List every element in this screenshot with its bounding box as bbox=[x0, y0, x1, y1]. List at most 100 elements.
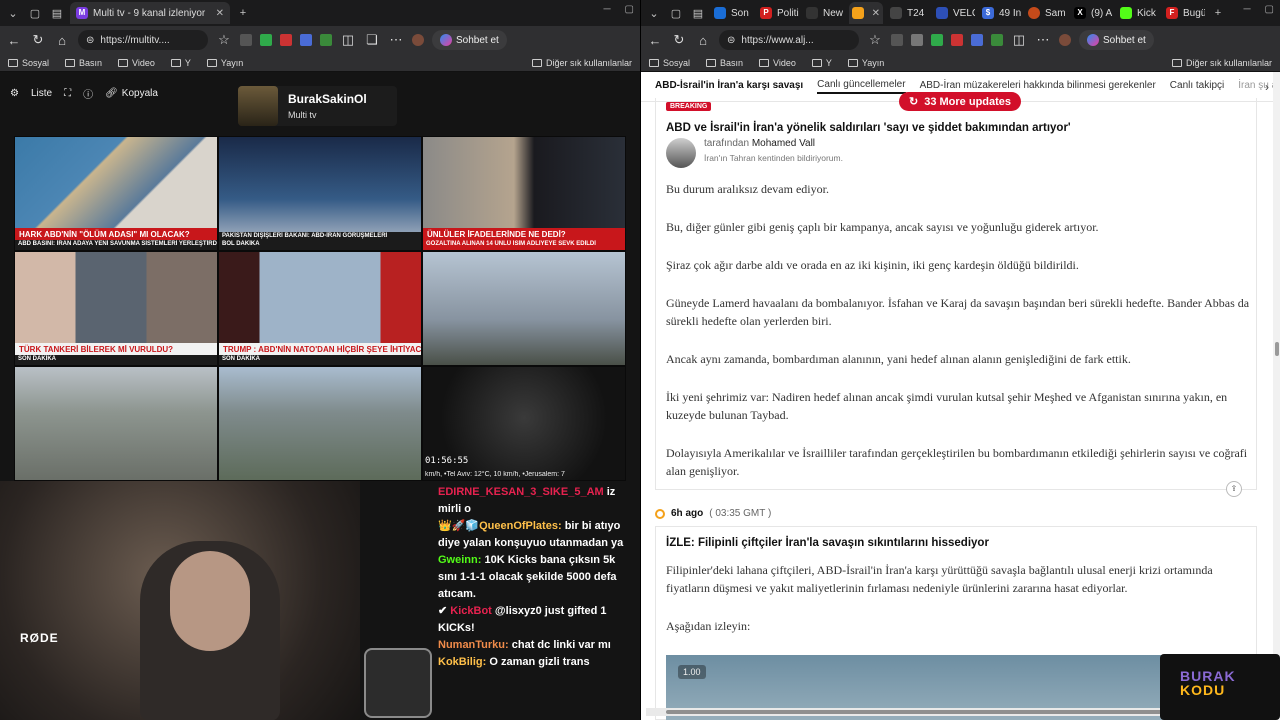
settings-gear-icon[interactable]: ⚙ bbox=[10, 88, 19, 99]
video-tile-8[interactable] bbox=[218, 366, 422, 481]
info-icon[interactable]: ⓘ bbox=[83, 86, 93, 101]
favorite-star-icon[interactable]: ☆ bbox=[216, 32, 232, 48]
chat-username[interactable]: QueenOfPlates: bbox=[479, 520, 562, 532]
tab-kick[interactable]: Kick bbox=[1117, 2, 1159, 24]
chat-username[interactable]: KokBilig: bbox=[438, 656, 486, 668]
bookmark-folder-video[interactable]: Video bbox=[759, 58, 796, 68]
chat-username[interactable]: Gweinn: bbox=[438, 554, 481, 566]
bookmark-folder-y[interactable]: Y bbox=[811, 58, 832, 68]
video-tile-4[interactable]: TÜRK TANKERİ BİLEREK Mİ VURULDU? SON DAK… bbox=[14, 251, 218, 366]
video-tile-1[interactable]: HARK ABD'NİN "ÖLÜM ADASI" MI OLACAK? ABD… bbox=[14, 136, 218, 251]
topic-tab[interactable]: Canlı takipçi bbox=[1170, 80, 1224, 93]
more-menu-icon[interactable]: ⋯ bbox=[388, 32, 404, 48]
site-info-icon[interactable]: ⊜ bbox=[727, 35, 735, 46]
minimize-icon[interactable]: ─ bbox=[603, 4, 610, 15]
extension-icon[interactable] bbox=[911, 34, 923, 46]
close-tab-icon[interactable]: ✕ bbox=[216, 8, 224, 19]
maximize-icon[interactable]: ▢ bbox=[1265, 4, 1274, 15]
extension-icon[interactable] bbox=[951, 34, 963, 46]
url-field[interactable]: ⊜ https://www.alj... bbox=[719, 30, 859, 50]
horizontal-scrollbar[interactable] bbox=[646, 708, 1166, 716]
author-name[interactable]: Mohamed Vall bbox=[752, 138, 815, 149]
extension-icon[interactable] bbox=[320, 34, 332, 46]
extension-icon[interactable] bbox=[991, 34, 1003, 46]
tab-bugu[interactable]: F Bugü bbox=[1163, 2, 1205, 24]
site-info-icon[interactable]: ⊜ bbox=[86, 35, 94, 46]
video-tile-7[interactable] bbox=[14, 366, 218, 481]
tab-49[interactable]: $49 In bbox=[979, 2, 1021, 24]
url-field[interactable]: ⊜ https://multitv.... bbox=[78, 30, 208, 50]
bookmark-folder-video[interactable]: Video bbox=[118, 58, 155, 68]
home-icon[interactable]: ⌂ bbox=[54, 33, 70, 48]
other-favorites[interactable]: Diğer sık kullanılanlar bbox=[531, 58, 632, 68]
extension-icon[interactable] bbox=[280, 34, 292, 46]
tab-new[interactable]: New bbox=[803, 2, 845, 24]
chat-username[interactable]: KickBot bbox=[450, 605, 492, 617]
bookmark-folder-y[interactable]: Y bbox=[170, 58, 191, 68]
new-tab-icon[interactable]: + bbox=[1209, 4, 1227, 22]
vertical-tabs-icon[interactable]: ▤ bbox=[48, 4, 66, 22]
playback-speed-badge[interactable]: 1.00 bbox=[678, 665, 706, 679]
tab-sam[interactable]: Sam bbox=[1025, 2, 1067, 24]
scrollbar-thumb[interactable] bbox=[666, 710, 1166, 714]
split-screen-icon[interactable]: ◫ bbox=[1011, 32, 1027, 48]
reload-icon[interactable]: ↻ bbox=[30, 32, 46, 48]
bookmark-folder-sosyal[interactable]: Sosyal bbox=[8, 58, 49, 68]
extension-icon[interactable] bbox=[891, 34, 903, 46]
vertical-scrollbar[interactable] bbox=[1273, 72, 1280, 720]
maximize-icon[interactable]: ▢ bbox=[625, 4, 634, 15]
bookmark-folder-basin[interactable]: Basın bbox=[706, 58, 743, 68]
tab-actions-menu-icon[interactable]: ⌄ bbox=[645, 4, 663, 22]
more-menu-icon[interactable]: ⋯ bbox=[1035, 32, 1051, 48]
tab-x[interactable]: X (9) A bbox=[1071, 2, 1113, 24]
topic-tab[interactable]: ABD-İsrail'in İran'a karşı savaşı bbox=[655, 80, 803, 93]
extension-icon[interactable] bbox=[971, 34, 983, 46]
bookmark-folder-sosyal[interactable]: Sosyal bbox=[649, 58, 690, 68]
chevron-right-icon[interactable]: › bbox=[1265, 80, 1269, 94]
new-tab-icon[interactable]: + bbox=[234, 4, 252, 22]
video-tile-9[interactable]: 01:56:55 km/h, •Tel Aviv: 12°C, 10 km/h,… bbox=[422, 366, 626, 481]
tab-actions-menu-icon[interactable]: ⌄ bbox=[4, 4, 22, 22]
video-tile-3[interactable]: ÜNLÜLER İFADELERİNDE NE DEDİ? GÖZALTINA … bbox=[422, 136, 626, 251]
favorite-star-icon[interactable]: ☆ bbox=[867, 32, 883, 48]
more-updates-button[interactable]: ↻ 33 More updates bbox=[899, 92, 1022, 111]
reload-icon[interactable]: ↻ bbox=[671, 32, 687, 48]
back-icon[interactable]: ← bbox=[6, 33, 22, 48]
extension-icon[interactable] bbox=[260, 34, 272, 46]
bookmark-folder-basin[interactable]: Basın bbox=[65, 58, 102, 68]
profile-avatar[interactable] bbox=[412, 34, 424, 46]
home-icon[interactable]: ⌂ bbox=[695, 33, 711, 48]
back-icon[interactable]: ← bbox=[647, 33, 663, 48]
extension-icon[interactable] bbox=[300, 34, 312, 46]
video-tile-5[interactable]: TRUMP : ABD'NİN NATO'DAN HİÇBİR ŞEYE İHT… bbox=[218, 251, 422, 366]
list-button[interactable]: Liste bbox=[31, 88, 52, 99]
extension-icon[interactable] bbox=[240, 34, 252, 46]
bookmark-folder-yayin[interactable]: Yayın bbox=[847, 58, 884, 68]
tab-velc[interactable]: VELC bbox=[933, 2, 975, 24]
topic-tab-active[interactable]: Canlı güncellemeler bbox=[817, 79, 906, 94]
tab-son[interactable]: Son bbox=[711, 2, 753, 24]
extension-icon[interactable] bbox=[931, 34, 943, 46]
tab-politi[interactable]: P Politi bbox=[757, 2, 799, 24]
close-tab-icon[interactable]: ✕ bbox=[872, 8, 880, 19]
profile-avatar[interactable] bbox=[1059, 34, 1071, 46]
video-tile-2[interactable]: PAKİSTAN DIŞİŞLERİ BAKANI: ABD-İRAN GÖRÜ… bbox=[218, 136, 422, 251]
channel-card[interactable]: BurakSakinOl Multi tv bbox=[238, 86, 397, 126]
post-headline[interactable]: ABD ve İsrail'in İran'a yönelik saldırıl… bbox=[666, 122, 1071, 134]
tab-aljazeera[interactable]: ✕ bbox=[849, 2, 883, 24]
bookmark-folder-yayin[interactable]: Yayın bbox=[206, 58, 243, 68]
other-favorites[interactable]: Diğer sık kullanılanlar bbox=[1171, 58, 1272, 68]
tab-t24[interactable]: T24 bbox=[887, 2, 929, 24]
vertical-tabs-icon[interactable]: ▤ bbox=[689, 4, 707, 22]
post-headline[interactable]: İZLE: Filipinli çiftçiler İran'la savaşı… bbox=[666, 537, 989, 549]
minimize-icon[interactable]: ─ bbox=[1243, 4, 1250, 15]
share-icon[interactable]: ⇪ bbox=[1226, 481, 1242, 497]
copilot-chat-button[interactable]: Sohbet et bbox=[1079, 30, 1154, 50]
workspaces-icon[interactable]: ▢ bbox=[667, 4, 685, 22]
video-tile-6[interactable] bbox=[422, 251, 626, 366]
split-screen-icon[interactable]: ◫ bbox=[340, 32, 356, 48]
fullscreen-icon[interactable]: ⛶ bbox=[64, 88, 71, 99]
copy-link-button[interactable]: 🔗︎ Kopyala bbox=[105, 88, 158, 99]
chat-username[interactable]: NumanTurku: bbox=[438, 639, 509, 651]
workspaces-icon[interactable]: ▢ bbox=[26, 4, 44, 22]
